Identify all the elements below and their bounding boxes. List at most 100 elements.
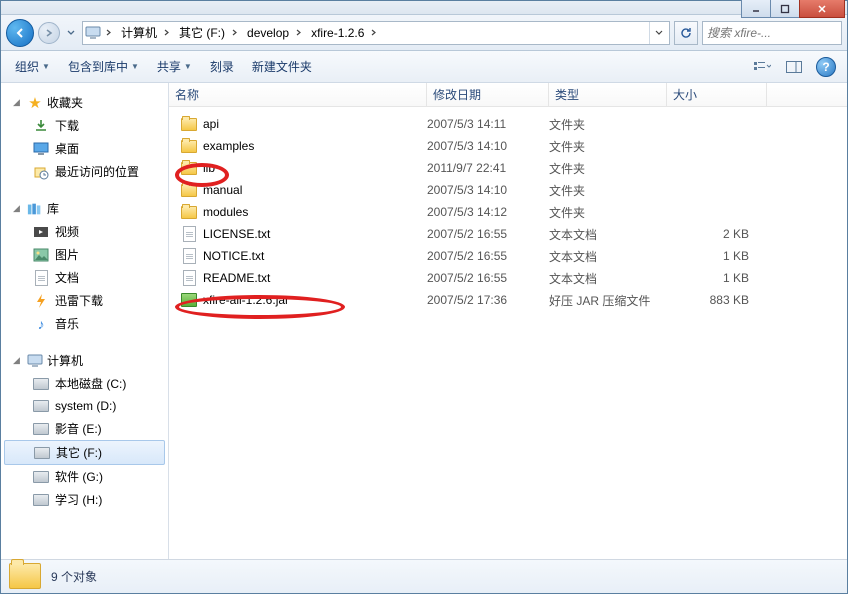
window-controls	[742, 0, 845, 18]
file-date: 2007/5/2 16:55	[427, 271, 549, 285]
file-icon	[181, 248, 197, 264]
folder-icon	[181, 160, 197, 176]
file-row[interactable]: README.txt 2007/5/2 16:55文本文档1 KB	[169, 267, 847, 289]
star-icon: ★	[27, 95, 43, 111]
sidebar-item-documents[interactable]: 文档	[1, 266, 168, 289]
file-date: 2007/5/2 17:36	[427, 293, 549, 307]
new-folder-button[interactable]: 新建文件夹	[246, 54, 318, 79]
sidebar-item-drive-g[interactable]: 软件 (G:)	[1, 465, 168, 488]
breadcrumb-item[interactable]: 其它 (F:)	[173, 22, 227, 44]
file-type: 文件夹	[549, 204, 667, 221]
sidebar-item-drive-c[interactable]: 本地磁盘 (C:)	[1, 372, 168, 395]
drive-icon	[33, 469, 49, 485]
separator-icon[interactable]	[159, 22, 173, 44]
file-row[interactable]: examples2007/5/3 14:10文件夹	[169, 135, 847, 157]
column-size[interactable]: 大小	[667, 83, 767, 106]
file-row[interactable]: modules2007/5/3 14:12文件夹	[169, 201, 847, 223]
breadcrumb-item[interactable]: xfire-1.2.6	[305, 22, 366, 44]
separator-icon[interactable]	[291, 22, 305, 44]
file-type: 文件夹	[549, 116, 667, 133]
share-menu[interactable]: 共享▼	[151, 54, 198, 79]
drive-icon	[33, 398, 49, 414]
file-type: 文本文档	[549, 248, 667, 265]
sidebar-item-video[interactable]: 视频	[1, 220, 168, 243]
file-name: examples	[203, 139, 254, 153]
separator-icon[interactable]	[227, 22, 241, 44]
sidebar-item-drive-f[interactable]: 其它 (F:)	[4, 440, 165, 465]
folder-icon	[181, 116, 197, 132]
address-bar[interactable]: 计算机 其它 (F:) develop xfire-1.2.6	[82, 21, 670, 45]
file-date: 2007/5/3 14:10	[427, 183, 549, 197]
burn-button[interactable]: 刻录	[204, 54, 240, 79]
separator-icon[interactable]	[101, 22, 115, 44]
drive-icon	[33, 421, 49, 437]
search-input[interactable]	[707, 26, 848, 40]
file-row[interactable]: xfire-all-1.2.6.jar2007/5/2 17:36好压 JAR …	[169, 289, 847, 311]
search-box[interactable]	[702, 21, 842, 45]
file-type: 文件夹	[549, 182, 667, 199]
separator-icon[interactable]	[366, 22, 380, 44]
file-type: 文本文档	[549, 270, 667, 287]
sidebar-item-music[interactable]: ♪音乐	[1, 312, 168, 335]
preview-pane-button[interactable]	[781, 55, 807, 79]
sidebar-item-pictures[interactable]: 图片	[1, 243, 168, 266]
file-name: api	[203, 117, 219, 131]
include-menu[interactable]: 包含到库中▼	[62, 54, 145, 79]
file-row[interactable]: LICENSE.txt2007/5/2 16:55文本文档2 KB	[169, 223, 847, 245]
folder-icon	[181, 182, 197, 198]
sidebar-item-desktop[interactable]: 桌面	[1, 137, 168, 160]
recent-icon	[33, 164, 49, 180]
minimize-button[interactable]	[741, 0, 771, 18]
history-dropdown[interactable]	[64, 30, 78, 36]
sidebar-item-drive-h[interactable]: 学习 (H:)	[1, 488, 168, 511]
forward-button[interactable]	[38, 22, 60, 44]
file-size: 2 KB	[667, 227, 757, 241]
main-area: ◢★收藏夹 下载 桌面 最近访问的位置 ◢库 视频 图片 文档 迅雷下载 ♪音乐…	[1, 83, 847, 559]
library-icon	[27, 201, 43, 217]
column-date[interactable]: 修改日期	[427, 83, 549, 106]
close-button[interactable]	[799, 0, 845, 18]
file-date: 2007/5/2 16:55	[427, 249, 549, 263]
status-bar: 9 个对象	[1, 559, 847, 593]
nav-bar: 计算机 其它 (F:) develop xfire-1.2.6	[1, 15, 847, 51]
address-dropdown[interactable]	[649, 22, 667, 44]
content-pane: 名称 修改日期 类型 大小 api2007/5/3 14:11文件夹exampl…	[169, 83, 847, 559]
file-name: README.txt	[203, 271, 270, 285]
file-name: LICENSE.txt	[203, 227, 270, 241]
nav-pane[interactable]: ◢★收藏夹 下载 桌面 最近访问的位置 ◢库 视频 图片 文档 迅雷下载 ♪音乐…	[1, 83, 169, 559]
breadcrumb-item[interactable]: develop	[241, 22, 291, 44]
file-type: 文件夹	[549, 160, 667, 177]
music-icon: ♪	[33, 316, 49, 332]
column-name[interactable]: 名称	[169, 83, 427, 106]
computer-group[interactable]: ◢计算机	[1, 349, 168, 372]
file-row[interactable]: lib2011/9/7 22:41文件夹	[169, 157, 847, 179]
libraries-group[interactable]: ◢库	[1, 197, 168, 220]
folder-icon	[9, 563, 41, 591]
maximize-button[interactable]	[770, 0, 800, 18]
file-name: NOTICE.txt	[203, 249, 264, 263]
refresh-button[interactable]	[674, 21, 698, 45]
video-icon	[33, 224, 49, 240]
sidebar-item-drive-e[interactable]: 影音 (E:)	[1, 417, 168, 440]
help-button[interactable]: ?	[813, 55, 839, 79]
file-name: manual	[203, 183, 242, 197]
file-row[interactable]: manual 2007/5/3 14:10文件夹	[169, 179, 847, 201]
favorites-group[interactable]: ◢★收藏夹	[1, 91, 168, 114]
file-row[interactable]: api 2007/5/3 14:11文件夹	[169, 113, 847, 135]
column-type[interactable]: 类型	[549, 83, 667, 106]
file-list[interactable]: api2007/5/3 14:11文件夹examples2007/5/3 14:…	[169, 107, 847, 559]
file-date: 2007/5/3 14:10	[427, 139, 549, 153]
sidebar-item-recent[interactable]: 最近访问的位置	[1, 160, 168, 183]
sidebar-item-drive-d[interactable]: system (D:)	[1, 395, 168, 417]
organize-menu[interactable]: 组织▼	[9, 54, 56, 79]
sidebar-item-downloads[interactable]: 下载	[1, 114, 168, 137]
file-date: 2007/5/3 14:11	[427, 117, 549, 131]
sidebar-item-thunder[interactable]: 迅雷下载	[1, 289, 168, 312]
file-size: 1 KB	[667, 271, 757, 285]
drive-icon	[33, 492, 49, 508]
file-row[interactable]: NOTICE.txt2007/5/2 16:55文本文档1 KB	[169, 245, 847, 267]
thunder-icon	[33, 293, 49, 309]
view-options-button[interactable]	[749, 55, 775, 79]
breadcrumb-item[interactable]: 计算机	[115, 22, 159, 44]
back-button[interactable]	[6, 19, 34, 47]
